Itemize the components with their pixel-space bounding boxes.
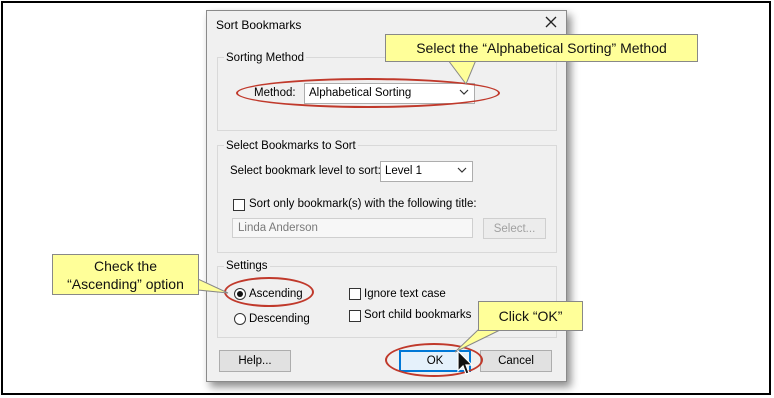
ok-callout-text: Click “OK” (498, 308, 563, 324)
method-callout-text: Select the “Alphabetical Sorting” Method (416, 40, 667, 56)
ascending-callout-line2: “Ascending” option (67, 276, 184, 292)
method-callout: Select the “Alphabetical Sorting” Method (385, 34, 698, 62)
mouse-pointer-icon (457, 350, 474, 375)
ok-callout: Click “OK” (478, 301, 583, 331)
ascending-callout-line1: Check the (93, 258, 158, 274)
ascending-callout: Check the “Ascending” option (52, 254, 199, 295)
